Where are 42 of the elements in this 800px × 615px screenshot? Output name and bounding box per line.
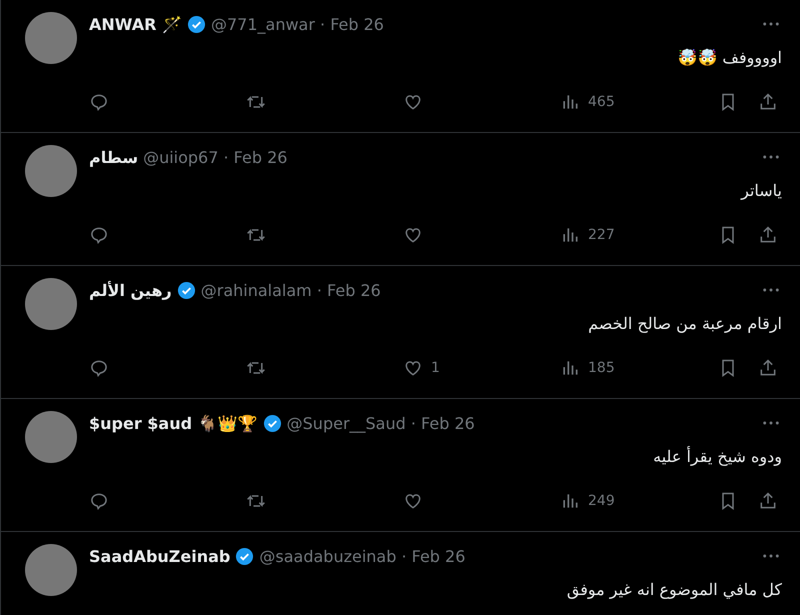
view-count: 465 [588,94,615,110]
handle-and-date[interactable]: @saadabuzeinab · Feb 26 [259,546,466,566]
view-count: 249 [588,493,615,509]
tweet-text: ودوه شيخ يقرأ عليه [652,447,782,466]
display-name[interactable]: سطام [89,148,138,166]
handle-and-date[interactable]: @771_anwar · Feb 26 [210,14,384,34]
like-count: 1 [431,360,440,376]
like-icon[interactable] [403,92,423,112]
display-name[interactable]: $uper $aud 🐐👑🏆 [89,414,258,432]
share-icon[interactable] [758,358,778,378]
share-icon[interactable] [758,225,778,245]
avatar-placeholder[interactable] [25,411,77,463]
tweet-text: اووووفف 🤯🤯 [676,48,782,67]
view-count: 227 [588,227,615,243]
tweet-text: ارقام مرعبة من صالح الخصم [587,314,782,333]
display-name[interactable]: SaadAbuZeinab [89,546,230,566]
reply-icon[interactable] [89,92,109,112]
like-icon[interactable] [403,225,423,245]
tweet-text: كل مافي الموضوع انه غير موفق [566,580,782,599]
more-icon[interactable] [762,287,780,293]
more-icon[interactable] [762,154,780,160]
avatar-placeholder[interactable] [25,145,77,197]
avatar-placeholder[interactable] [25,12,77,64]
avatar-placeholder[interactable] [25,544,77,596]
display-name[interactable]: رهين الألم [89,280,172,300]
handle-and-date[interactable]: @uiiop67 · Feb 26 [143,148,288,166]
view-count: 185 [588,360,615,376]
avatar-placeholder[interactable] [25,278,77,330]
tweet-text: ياساتر [740,181,782,200]
share-icon[interactable] [758,92,778,112]
handle-and-date[interactable]: @Super__Saud · Feb 26 [286,414,475,432]
reply-icon[interactable] [89,358,109,378]
display-name[interactable]: ANWAR 🪄 [89,14,182,34]
like-icon[interactable] [403,358,423,378]
share-icon[interactable] [758,491,778,511]
more-icon[interactable] [762,420,780,426]
like-icon[interactable] [403,491,423,511]
more-icon[interactable] [762,553,780,559]
reply-icon[interactable] [89,491,109,511]
more-icon[interactable] [762,21,780,27]
reply-icon[interactable] [89,225,109,245]
handle-and-date[interactable]: @rahinalalam · Feb 26 [200,280,381,300]
